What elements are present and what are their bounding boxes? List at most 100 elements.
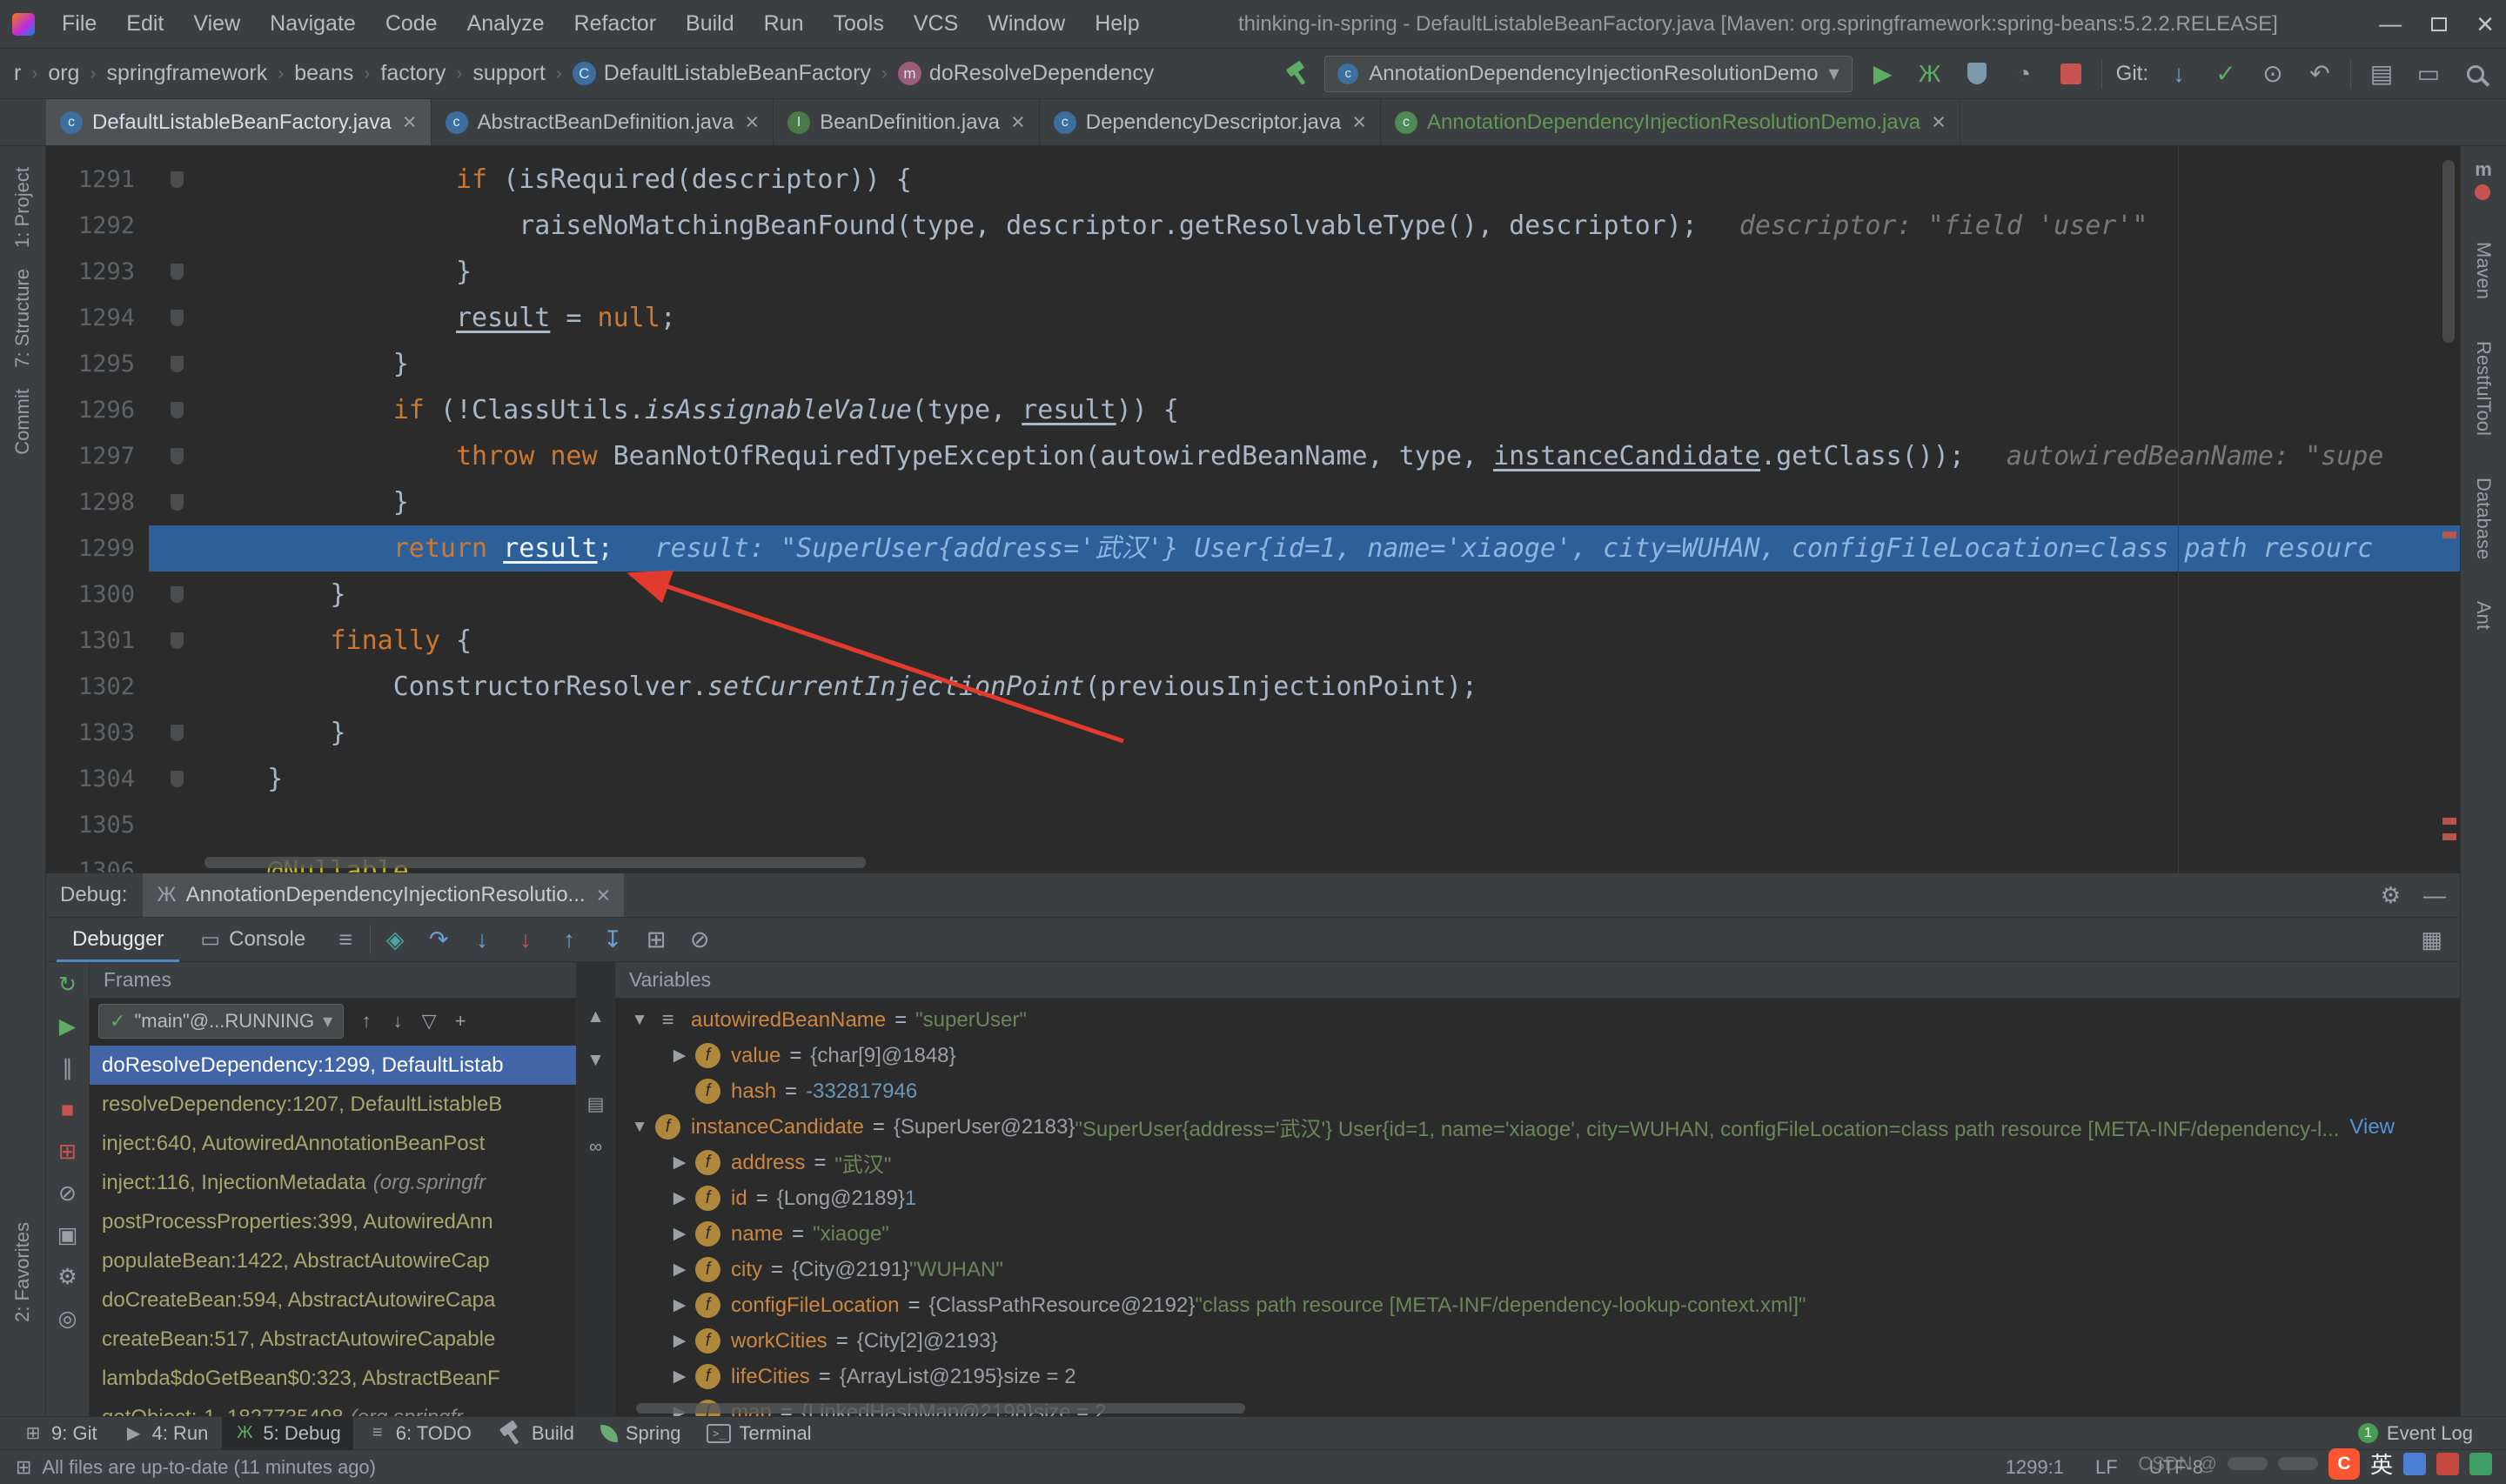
close-tab-icon[interactable]: × bbox=[1011, 109, 1025, 136]
expand-arrow-icon[interactable]: ▶ bbox=[664, 1224, 695, 1244]
search-icon[interactable] bbox=[2459, 57, 2492, 90]
copy-stack-icon[interactable]: ▤ bbox=[581, 1091, 611, 1117]
menu-view[interactable]: View bbox=[178, 11, 255, 37]
up-icon[interactable]: ↑ bbox=[351, 1006, 382, 1037]
view-breakpoints-icon[interactable]: ⊞ bbox=[50, 1134, 85, 1169]
editor-tab[interactable]: c DependencyDescriptor.java × bbox=[1040, 99, 1382, 145]
window-icon[interactable]: ▭ bbox=[2412, 57, 2445, 90]
stack-frame-row[interactable]: getObject:-1, 1827735498 (org.springfr bbox=[90, 1398, 576, 1417]
toolwindow-button-spring[interactable]: Spring bbox=[588, 1417, 694, 1450]
stack-frame-row[interactable]: doCreateBean:594, AbstractAutowireCapa bbox=[90, 1280, 576, 1320]
menu-build[interactable]: Build bbox=[671, 11, 749, 37]
close-tab-icon[interactable]: × bbox=[745, 109, 759, 136]
code-editor[interactable]: 1291 if (isRequired(descriptor)) {1292 r… bbox=[46, 146, 2460, 872]
stack-frame-row[interactable]: postProcessProperties:399, AutowiredAnn bbox=[90, 1202, 576, 1241]
stack-frame-row[interactable]: populateBean:1422, AbstractAutowireCap bbox=[90, 1241, 576, 1280]
prev-frame-icon[interactable]: ▲ bbox=[581, 1004, 611, 1030]
close-tab-icon[interactable]: × bbox=[1352, 109, 1366, 136]
breadcrumb-item[interactable]: factory bbox=[380, 61, 446, 86]
view-link[interactable]: View bbox=[2349, 1115, 2395, 1140]
stack-frame-row[interactable]: createBean:517, AbstractAutowireCapable bbox=[90, 1320, 576, 1359]
stripe-button-restfultool[interactable]: RestfulTool bbox=[2472, 341, 2495, 436]
breadcrumb-item[interactable]: org bbox=[48, 61, 79, 86]
error-stripe-mark[interactable] bbox=[2442, 833, 2456, 840]
stripe-button-database[interactable]: Database bbox=[2472, 478, 2495, 559]
debug-button[interactable]: Ж bbox=[1913, 57, 1947, 90]
expand-arrow-icon[interactable]: ▶ bbox=[664, 1153, 695, 1173]
grid-icon[interactable]: ⊞ bbox=[16, 1456, 31, 1479]
pause-icon[interactable]: ∥ bbox=[50, 1051, 85, 1086]
debug-session-tab[interactable]: Ж AnnotationDependencyInjectionResolutio… bbox=[143, 873, 625, 917]
gear-icon[interactable]: ⚙ bbox=[2381, 882, 2401, 909]
toolwindow-button-9-git[interactable]: ⊞ 9: Git bbox=[10, 1417, 110, 1450]
menu-analyze[interactable]: Analyze bbox=[452, 11, 559, 37]
menu-window[interactable]: Window bbox=[973, 11, 1080, 37]
update-project-icon[interactable]: ↓ bbox=[2162, 57, 2195, 90]
view-breakpoints-icon[interactable]: ⊞ bbox=[637, 922, 675, 957]
variable-row[interactable]: ▶ f workCities = {City[2]@2193} bbox=[615, 1323, 2460, 1359]
stack-frame-row[interactable]: inject:640, AutowiredAnnotationBeanPost bbox=[90, 1124, 576, 1163]
stack-frame-row[interactable]: lambda$doGetBean$0:323, AbstractBeanF bbox=[90, 1359, 576, 1398]
variable-row[interactable]: ▶ f value = {char[9]@1848} bbox=[615, 1038, 2460, 1073]
resume-icon[interactable]: ▶ bbox=[50, 1009, 85, 1044]
editor-tab[interactable]: c AbstractBeanDefinition.java × bbox=[432, 99, 774, 145]
editor-tab[interactable]: c DefaultListableBeanFactory.java × bbox=[46, 99, 432, 145]
breadcrumb-item[interactable]: springframework bbox=[106, 61, 267, 86]
breadcrumb-method[interactable]: m doResolveDependency bbox=[897, 61, 1154, 86]
step-over-icon[interactable]: ↷ bbox=[419, 922, 458, 957]
step-out-icon[interactable]: ↑ bbox=[550, 922, 588, 957]
layout-settings-icon[interactable]: ▦ bbox=[2421, 926, 2449, 953]
line-ending[interactable]: LF bbox=[2095, 1456, 2118, 1479]
thread-dump-icon[interactable]: ▣ bbox=[50, 1218, 85, 1253]
down-icon[interactable]: ↓ bbox=[382, 1006, 413, 1037]
pin-icon[interactable]: ◎ bbox=[50, 1301, 85, 1336]
run-to-cursor-icon[interactable]: ↧ bbox=[593, 922, 632, 957]
variable-row[interactable]: ▼ f instanceCandidate = {SuperUser@2183} "Su… bbox=[615, 1109, 2460, 1145]
toolwindow-button-4-run[interactable]: ▶ 4: Run bbox=[111, 1417, 221, 1450]
variable-row[interactable]: ▶ f address = "武汉" bbox=[615, 1145, 2460, 1180]
more-tabs-icon[interactable]: ≡ bbox=[326, 922, 365, 957]
profiler-icon[interactable]: ◔ bbox=[2007, 57, 2040, 90]
menu-help[interactable]: Help bbox=[1080, 11, 1154, 37]
hide-panel-icon[interactable]: — bbox=[2423, 882, 2446, 909]
maximize-icon[interactable] bbox=[2431, 17, 2448, 31]
variable-row[interactable]: ▶ f city = {City@2191} "WUHAN" bbox=[615, 1252, 2460, 1287]
variable-row[interactable]: ▶ f lifeCities = {ArrayList@2195} size = 2 bbox=[615, 1359, 2460, 1394]
stripe-button-7structure[interactable]: 7: Structure bbox=[11, 269, 34, 368]
variable-row[interactable]: ▼ ≡ autowiredBeanName = "superUser" bbox=[615, 1002, 2460, 1038]
breadcrumb-item[interactable]: r bbox=[14, 61, 21, 86]
caret-position[interactable]: 1299:1 bbox=[2006, 1456, 2064, 1479]
expand-arrow-icon[interactable]: ▶ bbox=[664, 1367, 695, 1387]
stripe-button-ant[interactable]: Ant bbox=[2472, 601, 2495, 630]
expand-arrow-icon[interactable]: ▼ bbox=[624, 1011, 655, 1030]
expand-arrow-icon[interactable]: ▶ bbox=[664, 1046, 695, 1066]
toolwindow-button-build[interactable]: Build bbox=[486, 1417, 586, 1450]
mute-breakpoints-icon[interactable]: ⊘ bbox=[680, 922, 719, 957]
variables-horizontal-scrollbar[interactable] bbox=[636, 1403, 1245, 1414]
coverage-icon[interactable] bbox=[1960, 57, 1993, 90]
menu-file[interactable]: File bbox=[47, 11, 111, 37]
stack-frame-row[interactable]: inject:116, InjectionMetadata (org.spring… bbox=[90, 1163, 576, 1202]
force-step-into-icon[interactable]: ↓ bbox=[506, 922, 545, 957]
expand-arrow-icon[interactable]: ▼ bbox=[624, 1118, 655, 1137]
stack-frame-row[interactable]: doResolveDependency:1299, DefaultListab bbox=[90, 1046, 576, 1085]
menu-code[interactable]: Code bbox=[371, 11, 452, 37]
thread-select[interactable]: ✓ "main"@...RUNNING ▾ bbox=[98, 1004, 345, 1039]
async-traces-icon[interactable]: ∞ bbox=[581, 1134, 611, 1160]
run-configuration-select[interactable]: c AnnotationDependencyInjectionResolutio… bbox=[1324, 55, 1853, 92]
breadcrumb-class[interactable]: C DefaultListableBeanFactory bbox=[572, 61, 871, 86]
commit-icon[interactable]: ✓ bbox=[2209, 57, 2242, 90]
stop-button[interactable] bbox=[2054, 57, 2087, 90]
toolwindow-button-terminal[interactable]: >_ Terminal bbox=[694, 1417, 823, 1450]
toolwindow-button-5-debug[interactable]: Ж 5: Debug bbox=[222, 1416, 353, 1450]
editor-tab[interactable]: I BeanDefinition.java × bbox=[774, 99, 1040, 145]
stripe-button-2favorites[interactable]: 2: Favorites bbox=[11, 1222, 34, 1322]
mute-breakpoints-icon[interactable]: ⊘ bbox=[50, 1176, 85, 1211]
menu-navigate[interactable]: Navigate bbox=[255, 11, 371, 37]
variable-row[interactable]: f hash = -332817946 bbox=[615, 1073, 2460, 1109]
show-execution-point-icon[interactable]: ◈ bbox=[376, 922, 414, 957]
breadcrumb-item[interactable]: support bbox=[472, 61, 545, 86]
event-log-button[interactable]: 1 Event Log bbox=[2357, 1422, 2496, 1445]
build-hammer-icon[interactable] bbox=[1284, 61, 1310, 87]
stack-frame-row[interactable]: resolveDependency:1207, DefaultListableB bbox=[90, 1085, 576, 1124]
